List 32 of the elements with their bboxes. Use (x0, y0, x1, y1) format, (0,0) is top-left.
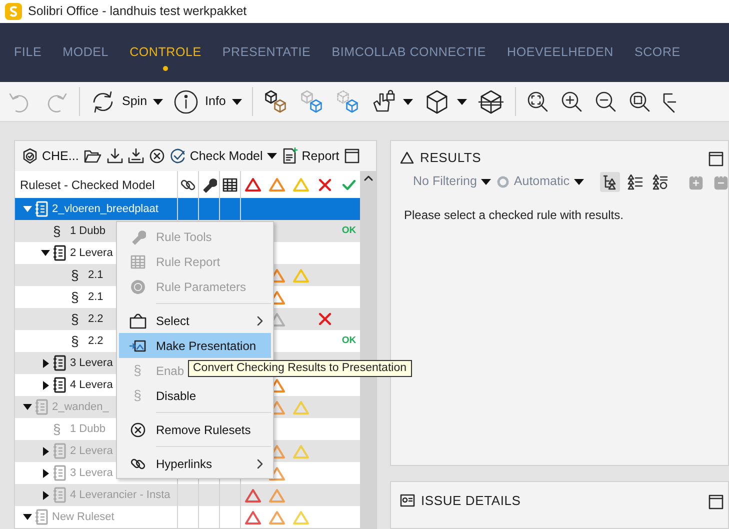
ok-label: OK (342, 334, 356, 348)
results-message: Please select a checked rule with results. (403, 206, 624, 224)
section-icon: § (71, 330, 79, 352)
tree-label: 2.1 (88, 268, 104, 283)
section-icon: § (134, 385, 142, 406)
window-title: Solibri Office - landhuis test werkpakket (28, 3, 247, 20)
tree-label: 2_vloeren_breedplaat (52, 202, 158, 217)
section-icon: § (53, 418, 61, 440)
tree-label: 3 Levera (70, 356, 113, 371)
section-icon: § (71, 264, 79, 286)
panel-title: ISSUE DETAILS (421, 492, 521, 510)
tree-label: 2.2 (88, 334, 104, 349)
tree-label: 3 Levera (70, 466, 113, 481)
section-icon: § (71, 286, 79, 308)
tree-label: 1 Dubb (70, 224, 106, 239)
tree-label: 1 Dubb (70, 422, 106, 437)
tree-label: 2 Levera (70, 246, 113, 261)
panel-title: RESULTS (420, 149, 482, 167)
section-icon: § (134, 360, 142, 381)
panel-title: CHE... (42, 148, 79, 165)
tooltip: Convert Checking Results to Presentation (188, 360, 412, 377)
section-icon: § (71, 308, 79, 330)
tree-label: 4 Levera (70, 378, 113, 393)
tree-label: 4 Leverancier - Insta (70, 488, 170, 503)
tree-label: New Ruleset (52, 510, 114, 525)
ok-label: OK (342, 224, 356, 238)
tree-label: 2 Levera (70, 444, 113, 459)
tree-label: 2_wanden_ (52, 400, 109, 415)
column-header: Ruleset - Checked Model (20, 176, 155, 194)
tree-label: 2.2 (88, 312, 104, 327)
tree-label: 2.1 (88, 290, 104, 305)
section-icon: § (53, 220, 61, 242)
